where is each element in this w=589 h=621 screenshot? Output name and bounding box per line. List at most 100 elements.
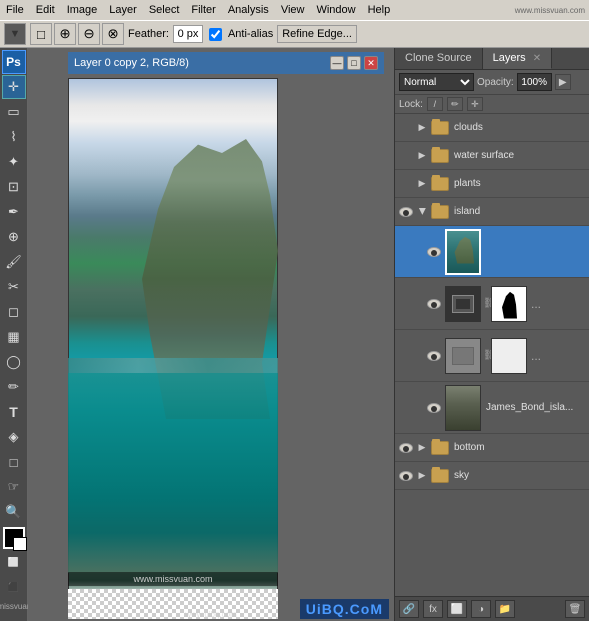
shape-tool[interactable]: □ [2, 450, 26, 474]
layer-eye-james[interactable] [425, 403, 443, 413]
new-selection-btn[interactable]: □ [30, 23, 52, 45]
adjustment-layer-btn[interactable]: ◑ [471, 600, 491, 618]
hand-tool[interactable]: ☞ [2, 475, 26, 499]
layers-tab-close[interactable]: ✕ [533, 53, 541, 64]
minimize-button[interactable]: — [330, 56, 344, 70]
opacity-label: Opacity: [477, 77, 514, 88]
layer-item-clouds[interactable]: ▶ clouds [395, 114, 589, 142]
canvas-watermark: www.missvuan.com [68, 572, 278, 586]
path-tool[interactable]: ◈ [2, 425, 26, 449]
menu-image[interactable]: Image [61, 2, 104, 18]
layer-style-btn[interactable]: fx [423, 600, 443, 618]
move-tool[interactable]: ✛ [2, 75, 26, 99]
menu-filter[interactable]: Filter [185, 2, 221, 18]
feather-label: Feather: [128, 28, 169, 40]
screen-mode-tool[interactable]: ⬛ [2, 575, 26, 599]
layer-item-james[interactable]: James_Bond_isla... [395, 382, 589, 434]
document-title: Layer 0 copy 2, RGB/8) [74, 57, 189, 69]
layer-name-james: James_Bond_isla... [483, 402, 587, 413]
layer-expand-clouds[interactable]: ▶ [415, 122, 429, 133]
layer-expand-water[interactable]: ▶ [415, 150, 429, 161]
text-tool[interactable]: T [2, 400, 26, 424]
link-layers-btn[interactable]: 🔗 [399, 600, 419, 618]
marquee-tool[interactable]: ▭ [2, 100, 26, 124]
water-surface-visual [68, 358, 278, 373]
folder-icon-clouds [431, 121, 449, 135]
pen-tool[interactable]: ✏ [2, 375, 26, 399]
layer-expand-sky[interactable]: ▶ [415, 470, 429, 481]
monitor-thumbnail [445, 286, 481, 322]
close-button[interactable]: ✕ [364, 56, 378, 70]
layer-eye-island[interactable] [397, 207, 415, 217]
eraser-tool[interactable]: ◻ [2, 300, 26, 324]
menu-edit[interactable]: Edit [30, 2, 61, 18]
antialias-checkbox[interactable] [209, 28, 222, 41]
small-thumb-1 [445, 338, 481, 374]
menu-help[interactable]: Help [362, 2, 397, 18]
lock-position-btn[interactable]: ✛ [467, 97, 483, 111]
layer-item-island-thumb[interactable] [395, 226, 589, 278]
ps-logo: Ps [2, 50, 26, 74]
feather-input[interactable] [173, 25, 203, 43]
opacity-arrow[interactable]: ▶ [555, 74, 571, 90]
layer-item-bottom[interactable]: ▶ bottom [395, 434, 589, 462]
layer-item-water-surface[interactable]: ▶ water surface [395, 142, 589, 170]
quick-mask-tool[interactable]: ⬜ [2, 550, 26, 574]
intersect-selection-btn[interactable]: ⊗ [102, 23, 124, 45]
gradient-tool[interactable]: ▦ [2, 325, 26, 349]
menu-select[interactable]: Select [143, 2, 186, 18]
layer-eye-island-thumb[interactable] [425, 247, 443, 257]
layer-eye-sky[interactable] [397, 471, 415, 481]
layer-expand-bottom[interactable]: ▶ [415, 442, 429, 453]
chain-icon-1: ⛓ [483, 298, 489, 309]
menu-analysis[interactable]: Analysis [222, 2, 275, 18]
layer-dots-2: ... [529, 349, 543, 363]
layer-expand-plants[interactable]: ▶ [415, 178, 429, 189]
delete-layer-btn[interactable]: 🗑 [565, 600, 585, 618]
lasso-tool[interactable]: ⌇ [2, 125, 26, 149]
clone-tool[interactable]: ✂ [2, 275, 26, 299]
layer-eye-clouds[interactable] [397, 119, 415, 137]
dodge-tool[interactable]: ◯ [2, 350, 26, 374]
brush-tool[interactable]: 🖌 [2, 250, 26, 274]
menu-file[interactable]: File [0, 2, 30, 18]
layer-name-plants: plants [451, 178, 587, 189]
heal-tool[interactable]: ⊕ [2, 225, 26, 249]
layer-eye-monitor[interactable] [425, 299, 443, 309]
layer-item-sky[interactable]: ▶ sky [395, 462, 589, 490]
new-group-btn[interactable]: 📁 [495, 600, 515, 618]
lock-transparent-btn[interactable]: / [427, 97, 443, 111]
zoom-tool[interactable]: 🔍 [2, 500, 26, 524]
maximize-button[interactable]: □ [347, 56, 361, 70]
layer-eye-white[interactable] [425, 351, 443, 361]
layer-expand-island[interactable]: ▶ [415, 206, 429, 217]
lock-row: Lock: / ✏ ✛ [395, 95, 589, 114]
add-mask-btn[interactable]: ⬜ [447, 600, 467, 618]
lock-image-btn[interactable]: ✏ [447, 97, 463, 111]
opacity-input[interactable] [517, 73, 552, 91]
clone-source-tab[interactable]: Clone Source [395, 48, 483, 69]
refine-edge-button[interactable]: Refine Edge... [277, 25, 357, 43]
tool-selector[interactable]: ▼ [4, 23, 26, 45]
canvas-area[interactable]: Layer 0 copy 2, RGB/8) — □ ✕ www.missvua… [28, 48, 394, 621]
layers-tab[interactable]: Layers ✕ [483, 48, 552, 69]
layer-item-island-folder[interactable]: ▶ island [395, 198, 589, 226]
foreground-bg-color[interactable] [3, 527, 25, 549]
magic-wand-tool[interactable]: ✦ [2, 150, 26, 174]
layer-item-white-mask[interactable]: ⛓ ... [395, 330, 589, 382]
transparency-area [68, 589, 278, 619]
menu-layer[interactable]: Layer [103, 2, 143, 18]
layer-name-clouds: clouds [451, 122, 587, 133]
layer-item-monitor[interactable]: ⛓ ... [395, 278, 589, 330]
subtract-selection-btn[interactable]: ⊖ [78, 23, 100, 45]
menu-window[interactable]: Window [310, 2, 361, 18]
layer-eye-bottom[interactable] [397, 443, 415, 453]
add-selection-btn[interactable]: ⊕ [54, 23, 76, 45]
layer-eye-water[interactable] [397, 147, 415, 165]
crop-tool[interactable]: ⊡ [2, 175, 26, 199]
layer-item-plants[interactable]: ▶ plants [395, 170, 589, 198]
blend-mode-select[interactable]: Normal [399, 73, 474, 91]
eyedropper-tool[interactable]: ✒ [2, 200, 26, 224]
layer-eye-plants[interactable] [397, 175, 415, 193]
menu-view[interactable]: View [275, 2, 311, 18]
